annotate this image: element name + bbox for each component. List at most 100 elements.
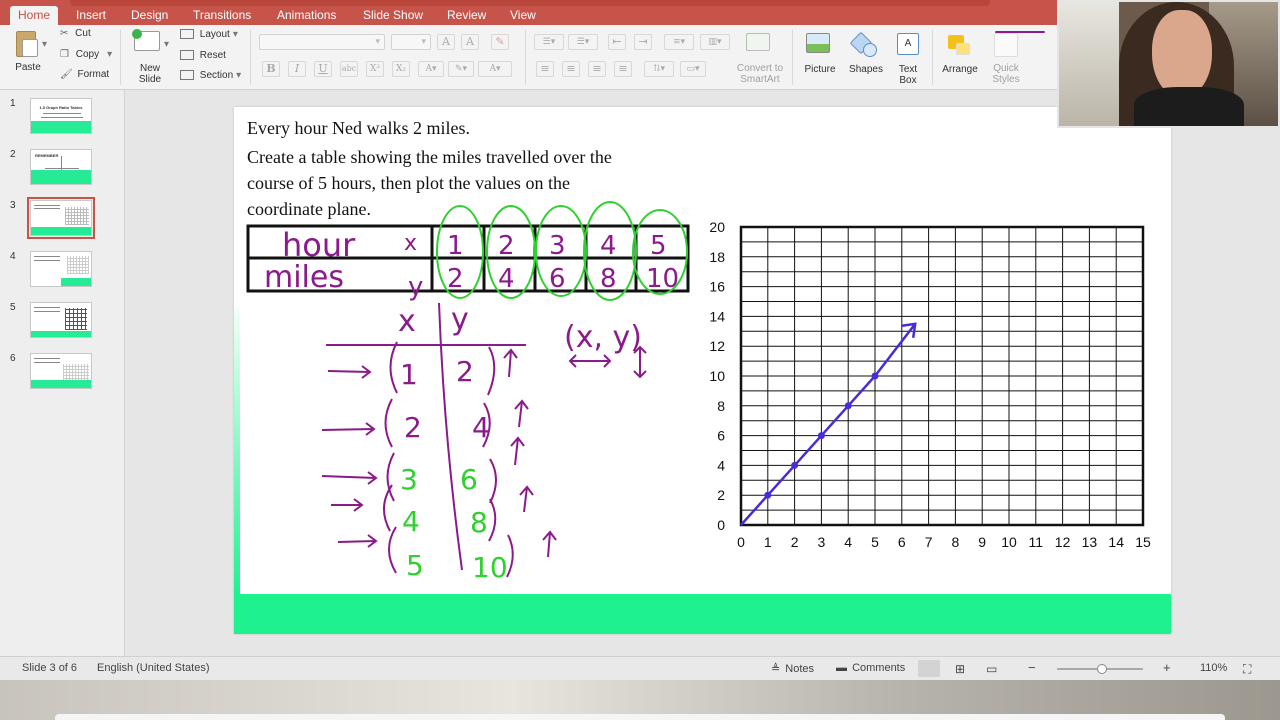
slide-counter: Slide 3 of 6 — [22, 662, 78, 674]
zoom-out-icon[interactable]: − — [1028, 660, 1036, 675]
fit-to-window-icon[interactable]: ⛶ — [1243, 662, 1251, 677]
comments-button[interactable]: ▬ Comments — [836, 662, 905, 674]
italic-icon[interactable]: I — [288, 61, 306, 77]
table-cell: 1 — [447, 231, 464, 261]
arrange-button[interactable]: Arrange — [938, 29, 982, 85]
tab-slide-show[interactable]: Slide Show — [363, 8, 423, 22]
tab-view[interactable]: View — [510, 8, 536, 22]
tchart-x-value: 5 — [406, 549, 424, 582]
table-cell: 2 — [447, 264, 464, 294]
align-left-icon[interactable]: ≡ — [536, 61, 554, 77]
y-tick-label: 20 — [709, 219, 725, 235]
increase-indent-icon[interactable]: ⇥ — [634, 34, 652, 50]
picture-button[interactable]: Picture — [800, 29, 840, 85]
slide-thumbnail[interactable]: REMEMBER — [30, 149, 92, 185]
paste-button[interactable]: Paste — [8, 29, 48, 79]
tchart-y-value: 2 — [456, 355, 474, 388]
data-point — [871, 372, 879, 380]
status-bar: Slide 3 of 6 English (United States) ≜ N… — [0, 656, 1280, 680]
increase-font-icon[interactable]: A — [437, 34, 455, 50]
y-tick-label: 14 — [709, 308, 725, 324]
y-tick-label: 6 — [717, 428, 725, 444]
x-tick-label: 1 — [764, 534, 772, 550]
y-tick-label: 0 — [717, 517, 725, 533]
picture-icon — [806, 33, 830, 53]
align-right-icon[interactable]: ≡ — [588, 61, 606, 77]
x-tick-label: 5 — [871, 534, 879, 550]
font-name-select[interactable]: ▾ — [259, 34, 385, 50]
y-tick-label: 18 — [709, 249, 725, 265]
tchart-y-value: 6 — [460, 463, 478, 496]
zoom-level[interactable]: 110% — [1200, 662, 1227, 674]
table-cell: 4 — [498, 264, 515, 294]
zoom-in-icon[interactable]: + — [1163, 660, 1171, 675]
line-spacing-icon[interactable]: ≡▾ — [664, 34, 694, 50]
x-tick-label: 6 — [898, 534, 906, 550]
tab-review[interactable]: Review — [447, 8, 486, 22]
paste-dropdown-icon[interactable]: ▾ — [42, 39, 47, 50]
font-size-select[interactable]: ▾ — [391, 34, 431, 50]
paintbrush-icon: 🖌 — [60, 69, 73, 80]
zoom-slider[interactable] — [1057, 664, 1143, 674]
justify-icon[interactable]: ≡ — [614, 61, 632, 77]
reading-view-icon[interactable]: ▭ — [986, 662, 997, 676]
convert-smartart-button[interactable]: Convert to SmartArt — [734, 29, 786, 85]
section-button[interactable]: Section ▾ — [180, 70, 241, 81]
font-color-icon[interactable]: A▾ — [478, 61, 512, 77]
paste-label: Paste — [15, 62, 41, 73]
layout-button[interactable]: Layout ▾ — [180, 29, 238, 40]
slide-thumbnail[interactable] — [30, 251, 92, 287]
slide-thumbnail[interactable] — [30, 353, 92, 389]
highlight-icon[interactable]: ✎▾ — [448, 61, 474, 77]
text-direction-icon[interactable]: ⇅▾ — [644, 61, 674, 77]
shape-outline-icon[interactable] — [995, 31, 1045, 33]
numbering-icon[interactable]: ☰▾ — [568, 34, 598, 50]
reset-button[interactable]: Reset — [180, 50, 226, 61]
clear-format-icon[interactable]: ✎ — [491, 34, 509, 50]
align-text-icon[interactable]: ▭▾ — [680, 61, 706, 77]
tab-design[interactable]: Design — [131, 8, 168, 22]
tab-animations[interactable]: Animations — [277, 8, 336, 22]
bullets-icon[interactable]: ☰▾ — [534, 34, 564, 50]
bold-icon[interactable]: B — [262, 61, 280, 77]
slide-thumbnail-selected[interactable] — [27, 197, 95, 239]
strikethrough-icon[interactable]: abc — [340, 61, 358, 77]
language-indicator[interactable]: English (United States) — [97, 662, 210, 674]
format-painter-button[interactable]: 🖌 Format — [60, 69, 109, 80]
shapes-button[interactable]: Shapes — [845, 29, 887, 85]
normal-view-icon[interactable] — [918, 660, 940, 677]
x-tick-label: 7 — [925, 534, 933, 550]
decrease-font-icon[interactable]: A — [461, 34, 479, 50]
x-tick-label: 14 — [1108, 534, 1124, 550]
subscript-icon[interactable]: X₂ — [392, 61, 410, 77]
table-cell: 8 — [600, 264, 617, 294]
quick-styles-button[interactable]: Quick Styles — [986, 29, 1026, 85]
zoom-slider-thumb[interactable] — [1097, 664, 1107, 674]
new-slide-dropdown-icon[interactable]: ▾ — [164, 39, 169, 50]
tchart-y-value: 4 — [472, 411, 490, 444]
superscript-icon[interactable]: X² — [366, 61, 384, 77]
x-tick-label: 10 — [1001, 534, 1017, 550]
tchart-y-value: 8 — [470, 506, 488, 539]
tab-home[interactable]: Home — [10, 6, 59, 25]
slide-editing-canvas[interactable]: Every hour Ned walks 2 miles. Create a t… — [125, 90, 1280, 656]
new-slide-button[interactable]: New Slide — [130, 29, 170, 85]
columns-icon[interactable]: ▥▾ — [700, 34, 730, 50]
notes-button[interactable]: ≜ Notes — [771, 662, 814, 675]
slide[interactable]: Every hour Ned walks 2 miles. Create a t… — [234, 107, 1171, 634]
table-cell: 3 — [549, 231, 566, 261]
slide-sorter-icon[interactable]: ⊞ — [955, 662, 965, 676]
reset-icon — [180, 50, 194, 61]
copy-button[interactable]: ❐ Copy ▾ — [60, 49, 112, 60]
text-effects-icon[interactable]: A▾ — [418, 61, 444, 77]
tab-transitions[interactable]: Transitions — [193, 8, 251, 22]
text-box-button[interactable]: A Text Box — [890, 29, 926, 86]
underline-icon[interactable]: U — [314, 61, 332, 77]
align-center-icon[interactable]: ≡ — [562, 61, 580, 77]
decrease-indent-icon[interactable]: ⇤ — [608, 34, 626, 50]
cut-button[interactable]: ✂ Cut — [60, 28, 91, 39]
slide-thumbnail[interactable]: 1.5 Graph Ratio Tables — [30, 98, 92, 134]
slide-thumbnail-panel: 1 1.5 Graph Ratio Tables 2 REMEMBER 3 4 … — [0, 90, 125, 656]
tab-insert[interactable]: Insert — [76, 8, 106, 22]
slide-thumbnail[interactable] — [30, 302, 92, 338]
